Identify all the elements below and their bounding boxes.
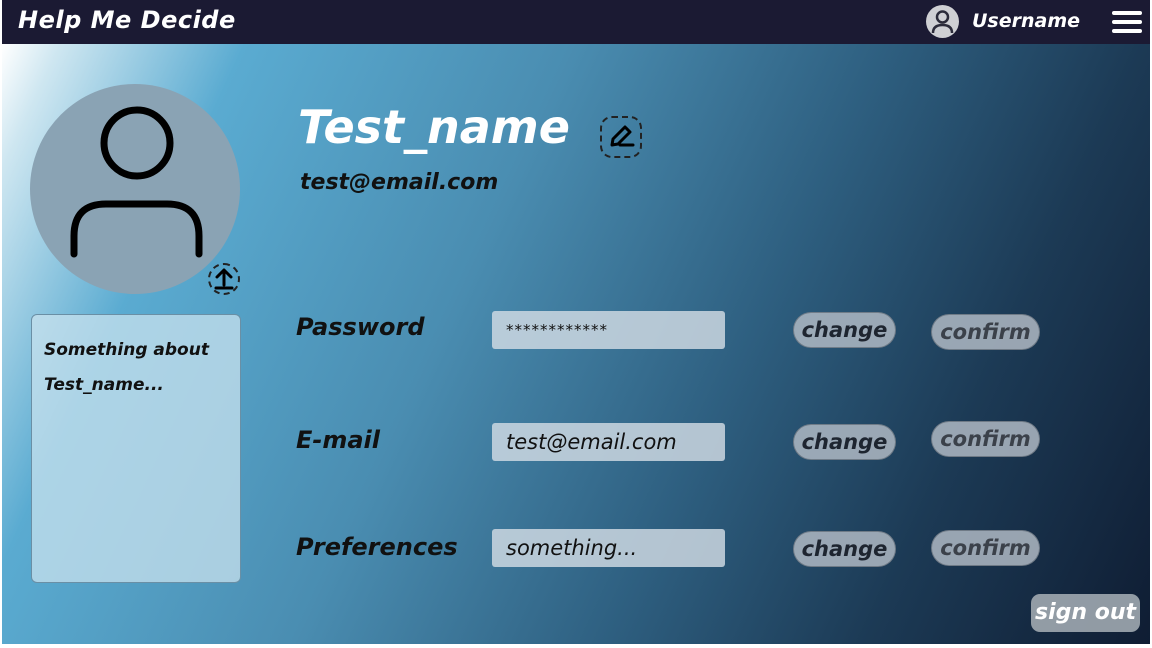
- preferences-label: Preferences: [296, 533, 458, 561]
- user-avatar-icon[interactable]: [926, 5, 959, 38]
- about-line: Something about: [44, 340, 209, 360]
- password-field[interactable]: [492, 311, 725, 349]
- sign-out-button[interactable]: sign out: [1031, 594, 1140, 632]
- about-textbox[interactable]: Something about Test_name...: [31, 314, 241, 583]
- confirm-preferences-button[interactable]: confirm: [931, 530, 1040, 566]
- confirm-email-button[interactable]: confirm: [931, 421, 1040, 457]
- profile-picture: [30, 84, 240, 294]
- password-label: Password: [296, 313, 425, 341]
- change-password-button[interactable]: change: [793, 312, 896, 348]
- hamburger-menu-icon[interactable]: [1112, 11, 1142, 35]
- app-title[interactable]: Help Me Decide: [18, 6, 236, 34]
- confirm-password-button[interactable]: confirm: [931, 314, 1040, 350]
- preferences-field[interactable]: [492, 529, 725, 567]
- top-navigation-bar: Help Me Decide Username: [2, 0, 1150, 44]
- upload-icon[interactable]: [208, 263, 240, 295]
- email-field[interactable]: [492, 423, 725, 461]
- profile-email: test@email.com: [300, 170, 499, 195]
- email-label: E-mail: [296, 426, 381, 454]
- pencil-edit-icon[interactable]: [600, 116, 642, 158]
- about-line: Test_name...: [44, 375, 164, 395]
- username-label[interactable]: Username: [972, 10, 1080, 32]
- profile-name: Test_name: [298, 100, 570, 154]
- change-email-button[interactable]: change: [793, 424, 896, 460]
- user-icon: [70, 106, 203, 258]
- change-preferences-button[interactable]: change: [793, 531, 896, 567]
